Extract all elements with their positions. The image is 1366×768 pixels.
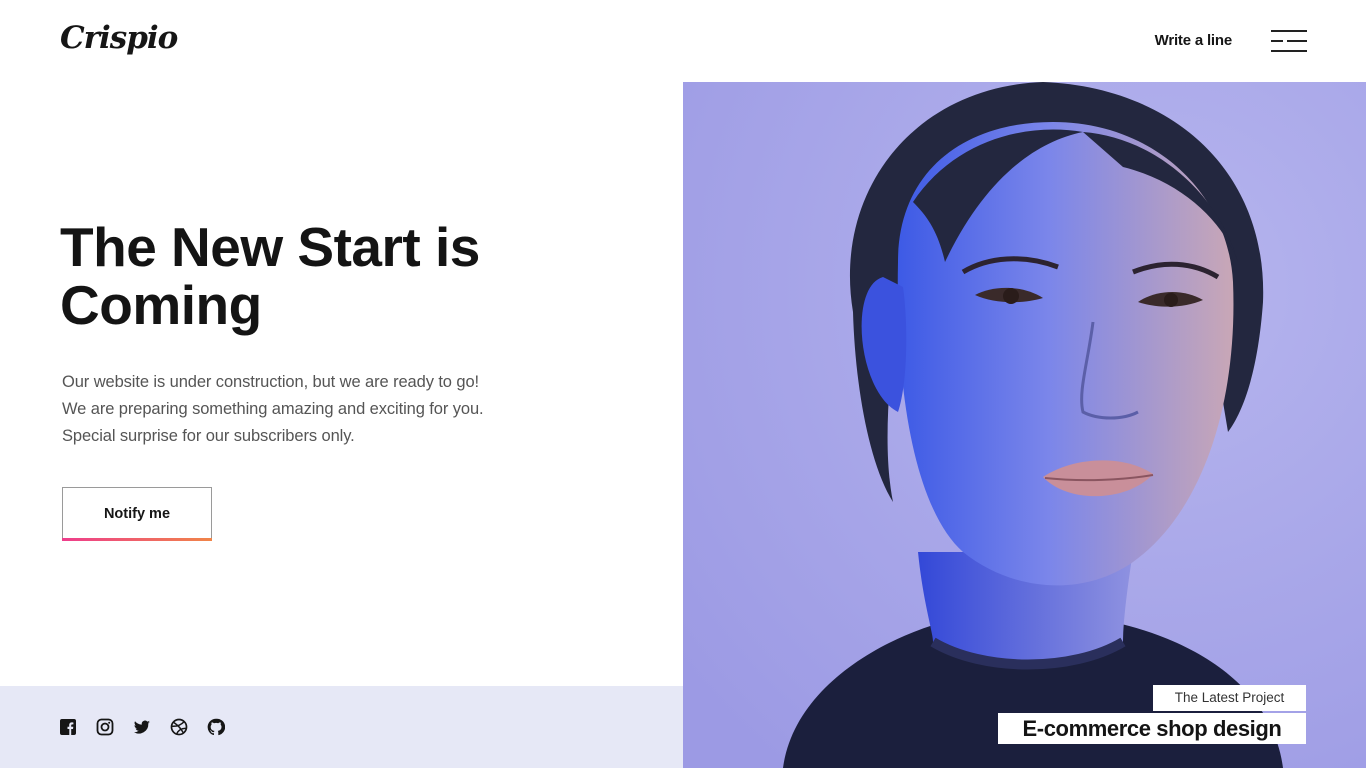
instagram-icon[interactable] (96, 718, 114, 736)
notify-me-label: Notify me (103, 505, 171, 522)
facebook-icon[interactable] (59, 718, 77, 736)
site-header: Crispio Write a line (0, 0, 1366, 82)
button-gradient-underline (62, 538, 212, 541)
portrait-photo (683, 82, 1366, 768)
notify-me-button[interactable]: Notify me (62, 487, 212, 541)
latest-project-label: The Latest Project (1153, 685, 1306, 711)
twitter-icon[interactable] (133, 718, 151, 736)
social-links (59, 718, 225, 736)
hamburger-menu-icon[interactable] (1271, 30, 1307, 52)
write-a-line-link[interactable]: Write a line (1155, 32, 1233, 49)
hero-line: Special surprise for our subscribers onl… (62, 427, 355, 445)
hero-title: The New Start is Coming (60, 216, 480, 336)
github-icon[interactable] (207, 718, 225, 736)
hero-line: Our website is under construction, but w… (62, 373, 480, 391)
dribbble-icon[interactable] (170, 718, 188, 736)
hero-description: Our website is under construction, but w… (62, 369, 622, 450)
hero-line: We are preparing something amazing and e… (62, 400, 484, 418)
brand-logo[interactable]: Crispio (60, 20, 178, 56)
latest-project-title[interactable]: E-commerce shop design (998, 713, 1306, 744)
